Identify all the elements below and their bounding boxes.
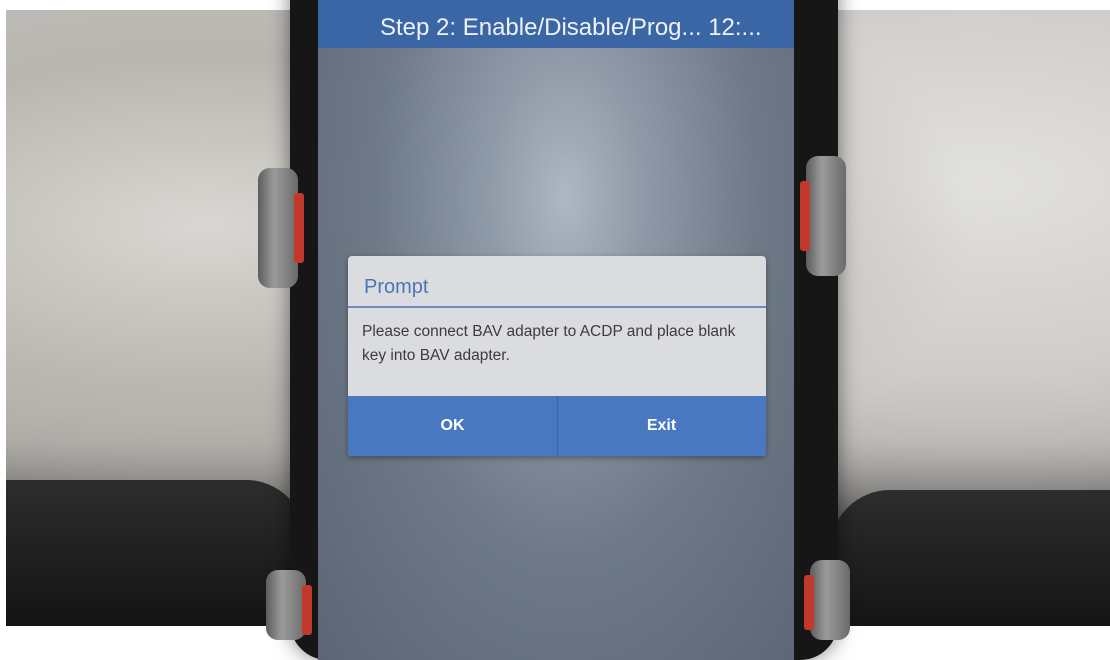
app-title-bar: Step 2: Enable/Disable/Prog... 12:... — [318, 0, 794, 48]
app-title: Step 2: Enable/Disable/Prog... 12:... — [380, 14, 762, 41]
car-dashboard-left — [6, 480, 306, 626]
car-dashboard-right — [830, 490, 1110, 626]
phone-holder-clip-bottom-left — [266, 570, 312, 640]
dialog-message: Please connect BAV adapter to ACDP and p… — [362, 323, 736, 364]
phone-holder-clip-right — [800, 156, 846, 276]
phone-holder-clip-bottom-right — [804, 560, 850, 640]
dialog-divider — [348, 306, 766, 308]
phone-holder-clip-left — [258, 168, 304, 288]
ok-button[interactable]: OK — [348, 396, 557, 456]
prompt-dialog: Prompt Please connect BAV adapter to ACD… — [348, 256, 766, 456]
dialog-button-bar: OK Exit — [348, 396, 766, 456]
exit-button[interactable]: Exit — [557, 396, 766, 456]
dialog-title: Prompt — [364, 276, 429, 298]
